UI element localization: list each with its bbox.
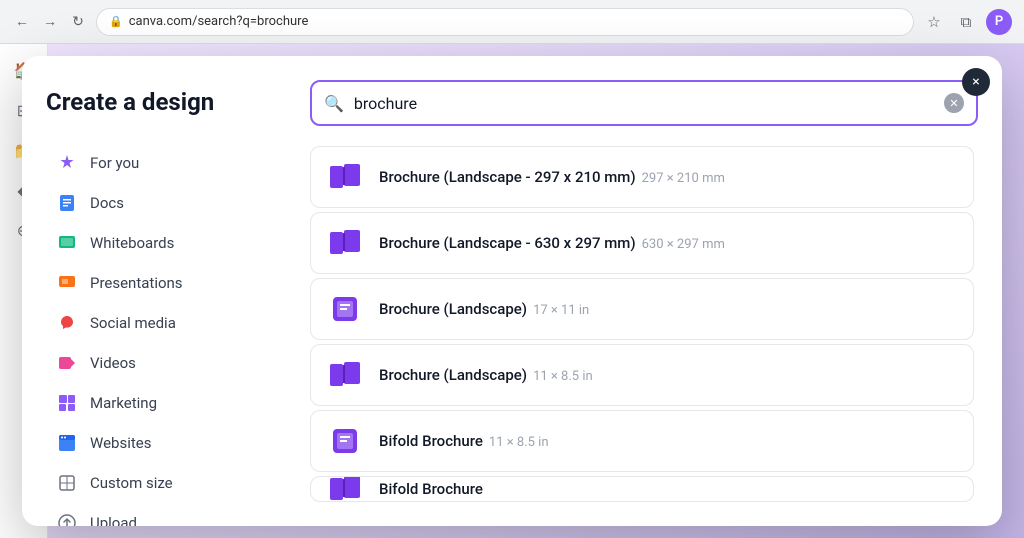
nav-list: For you Docs Whiteboards Presentations S… (46, 144, 278, 526)
create-design-modal: × Create a design For you Docs Whiteboar… (22, 56, 1002, 526)
result-item-brochure-landscape-11[interactable]: Brochure (Landscape) 11 × 8.5 in (310, 344, 974, 406)
result-dimension-brochure-landscape-297: 297 × 210 mm (642, 171, 725, 186)
result-info-bifold-brochure: Bifold Brochure 11 × 8.5 in (379, 432, 549, 450)
nav-item-upload[interactable]: Upload (46, 504, 278, 526)
result-name-brochure-landscape-17: Brochure (Landscape) (379, 300, 527, 318)
nav-label-for-you: For you (90, 154, 139, 172)
result-dimension-bifold-brochure: 11 × 8.5 in (489, 435, 549, 450)
nav-item-presentations[interactable]: Presentations (46, 264, 278, 302)
result-item-bifold-brochure[interactable]: Bifold Brochure 11 × 8.5 in (310, 410, 974, 472)
modal-close-button[interactable]: × (962, 68, 990, 96)
book-landscape-icon (330, 362, 360, 388)
result-icon-brochure-landscape-297 (327, 159, 363, 195)
result-item-bifold-brochure-2[interactable]: Bifold Brochure (310, 476, 974, 502)
nav-item-docs[interactable]: Docs (46, 184, 278, 222)
search-input[interactable]: brochure (354, 94, 934, 113)
result-icon-brochure-landscape-17 (327, 291, 363, 327)
book-landscape-icon (330, 164, 360, 190)
nav-icon-custom-size (56, 472, 78, 494)
result-item-brochure-landscape-630[interactable]: Brochure (Landscape - 630 x 297 mm) 630 … (310, 212, 974, 274)
result-name-brochure-landscape-630: Brochure (Landscape - 630 x 297 mm) (379, 234, 636, 252)
nav-icon-social-media (56, 312, 78, 334)
modal-overlay: × Create a design For you Docs Whiteboar… (0, 44, 1024, 538)
modal-right-panel: 🔍 brochure ✕ Brochure (Landscape - 297 x… (302, 56, 1002, 526)
nav-label-marketing: Marketing (90, 394, 157, 412)
nav-icon-websites (56, 432, 78, 454)
nav-item-social-media[interactable]: Social media (46, 304, 278, 342)
nav-label-docs: Docs (90, 194, 124, 212)
address-bar[interactable]: 🔒 canva.com/search?q=brochure (96, 8, 914, 36)
nav-icon-presentations (56, 272, 78, 294)
modal-title: Create a design (46, 88, 278, 116)
result-item-brochure-landscape-297[interactable]: Brochure (Landscape - 297 x 210 mm) 297 … (310, 146, 974, 208)
url-text: canva.com/search?q=brochure (129, 14, 309, 29)
result-name-brochure-landscape-11: Brochure (Landscape) (379, 366, 527, 384)
search-bar[interactable]: 🔍 brochure ✕ (310, 80, 978, 126)
modal-left-panel: Create a design For you Docs Whiteboards… (22, 56, 302, 526)
nav-label-social-media: Social media (90, 314, 176, 332)
nav-icon-videos (56, 352, 78, 374)
result-icon-brochure-landscape-630 (327, 225, 363, 261)
nav-label-whiteboards: Whiteboards (90, 234, 174, 252)
nav-item-marketing[interactable]: Marketing (46, 384, 278, 422)
nav-item-for-you[interactable]: For you (46, 144, 278, 182)
result-dimension-brochure-landscape-630: 630 × 297 mm (642, 237, 725, 252)
nav-item-custom-size[interactable]: Custom size (46, 464, 278, 502)
nav-icon-whiteboards (56, 232, 78, 254)
result-name-bifold-brochure-2: Bifold Brochure (379, 480, 483, 498)
result-name-brochure-landscape-297: Brochure (Landscape - 297 x 210 mm) (379, 168, 636, 186)
result-dimension-brochure-landscape-11: 11 × 8.5 in (533, 369, 593, 384)
result-info-bifold-brochure-2: Bifold Brochure (379, 480, 483, 498)
bookmark-button[interactable]: ☆ (922, 10, 946, 34)
profile-avatar[interactable]: P (986, 9, 1012, 35)
nav-label-upload: Upload (90, 514, 137, 526)
browser-chrome: ← → ↻ 🔒 canva.com/search?q=brochure ☆ ⧉ … (0, 0, 1024, 44)
badge-icon (331, 295, 359, 323)
extensions-button[interactable]: ⧉ (954, 10, 978, 34)
lock-icon: 🔒 (109, 15, 123, 28)
nav-item-videos[interactable]: Videos (46, 344, 278, 382)
browser-actions: ☆ ⧉ P (922, 9, 1012, 35)
search-clear-button[interactable]: ✕ (944, 93, 964, 113)
result-name-bifold-brochure: Bifold Brochure (379, 432, 483, 450)
nav-label-custom-size: Custom size (90, 474, 173, 492)
result-info-brochure-landscape-297: Brochure (Landscape - 297 x 210 mm) 297 … (379, 168, 725, 186)
badge-icon (331, 427, 359, 455)
search-icon: 🔍 (324, 94, 344, 113)
result-item-brochure-landscape-17[interactable]: Brochure (Landscape) 17 × 11 in (310, 278, 974, 340)
result-info-brochure-landscape-630: Brochure (Landscape - 630 x 297 mm) 630 … (379, 234, 725, 252)
result-dimension-brochure-landscape-17: 17 × 11 in (533, 303, 589, 318)
refresh-button[interactable]: ↻ (68, 12, 88, 32)
forward-button[interactable]: → (40, 12, 60, 32)
nav-icon-for-you (56, 152, 78, 174)
nav-label-videos: Videos (90, 354, 136, 372)
nav-item-websites[interactable]: Websites (46, 424, 278, 462)
result-icon-brochure-landscape-11 (327, 357, 363, 393)
result-info-brochure-landscape-11: Brochure (Landscape) 11 × 8.5 in (379, 366, 593, 384)
result-icon-bifold-brochure (327, 423, 363, 459)
results-container: Brochure (Landscape - 297 x 210 mm) 297 … (310, 146, 978, 502)
nav-label-presentations: Presentations (90, 274, 183, 292)
book-landscape-icon (330, 476, 360, 502)
result-icon-bifold-brochure-2 (327, 476, 363, 502)
nav-item-whiteboards[interactable]: Whiteboards (46, 224, 278, 262)
result-info-brochure-landscape-17: Brochure (Landscape) 17 × 11 in (379, 300, 589, 318)
nav-icon-upload (56, 512, 78, 526)
nav-icon-marketing (56, 392, 78, 414)
back-button[interactable]: ← (12, 12, 32, 32)
book-landscape-icon (330, 230, 360, 256)
nav-icon-docs (56, 192, 78, 214)
nav-label-websites: Websites (90, 434, 151, 452)
